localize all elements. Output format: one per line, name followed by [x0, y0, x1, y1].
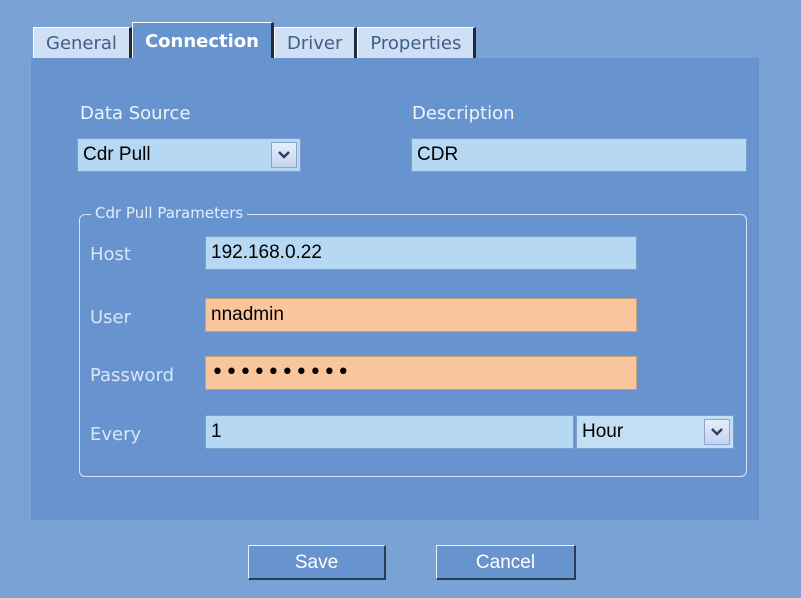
data-source-label: Data Source — [80, 103, 191, 124]
tab-connection[interactable]: Connection — [131, 22, 274, 58]
every-input[interactable]: 1 — [205, 415, 574, 449]
description-label: Description — [412, 103, 515, 124]
chevron-down-icon[interactable] — [271, 142, 297, 168]
cancel-button[interactable]: Cancel — [436, 545, 576, 580]
every-label: Every — [90, 424, 142, 445]
tab-properties[interactable]: Properties — [357, 27, 477, 58]
password-label: Password — [90, 365, 175, 386]
user-input[interactable]: nnadmin — [205, 298, 637, 332]
every-unit-select[interactable]: Hour — [576, 415, 734, 449]
data-source-select[interactable]: Cdr Pull — [77, 138, 301, 172]
user-label: User — [90, 307, 132, 328]
tab-driver[interactable]: Driver — [273, 27, 358, 58]
dialog-window: General Connection Driver Properties Dat… — [0, 0, 801, 598]
chevron-down-icon[interactable] — [704, 419, 730, 445]
every-unit-value: Hour — [582, 421, 624, 442]
tab-bar: General Connection Driver Properties — [33, 22, 477, 58]
host-label: Host — [90, 244, 131, 265]
save-button[interactable]: Save — [248, 545, 386, 580]
password-input[interactable]: •••••••••• — [205, 356, 637, 390]
tab-general[interactable]: General — [33, 27, 132, 58]
host-input[interactable]: 192.168.0.22 — [205, 236, 637, 270]
connection-panel: Data Source Cdr Pull Description CDR Cdr… — [31, 58, 759, 520]
cdr-pull-parameters-legend: Cdr Pull Parameters — [91, 203, 248, 223]
data-source-value: Cdr Pull — [83, 144, 151, 165]
description-input[interactable]: CDR — [411, 138, 747, 172]
